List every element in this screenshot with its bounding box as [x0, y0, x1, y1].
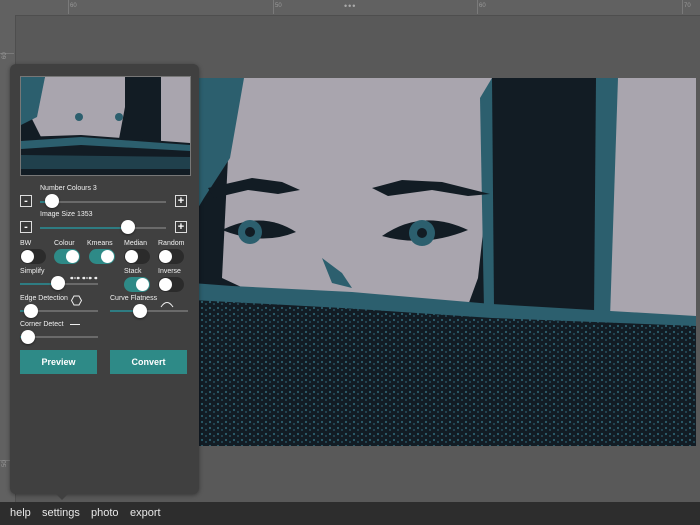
random-toggle[interactable]: [158, 249, 184, 264]
toggle-knob: [159, 250, 172, 263]
toggle-knob: [159, 278, 172, 291]
edge-detection-slider-thumb[interactable]: [24, 304, 38, 318]
inverse-toggle[interactable]: [158, 277, 184, 292]
curve-flatness-slider[interactable]: [110, 310, 188, 312]
toggle-knob: [21, 250, 34, 263]
ruler-number: 50: [275, 3, 282, 9]
simplify-label: Simplify: [20, 268, 45, 275]
colour-toggle[interactable]: [54, 249, 80, 264]
number-colours-increment-button[interactable]: +: [175, 195, 187, 207]
colour-label: Colour: [54, 240, 75, 247]
photo-menu-item[interactable]: photo: [91, 507, 119, 519]
inverse-label: Inverse: [158, 268, 181, 275]
kmeans-toggle[interactable]: [89, 249, 115, 264]
image-size-slider[interactable]: [40, 227, 166, 229]
settings-menu-item[interactable]: settings: [42, 507, 80, 519]
preview-button[interactable]: Preview: [20, 350, 97, 374]
stack-toggle[interactable]: [124, 277, 150, 292]
simplify-slider-thumb[interactable]: [51, 276, 65, 290]
ruler-tick: [477, 0, 478, 14]
line-icon: [70, 324, 80, 325]
top-ruler: 60 50 60 70 •••: [0, 0, 700, 16]
bw-label: BW: [20, 240, 32, 247]
slider-fill: [40, 227, 128, 229]
toggle-knob: [125, 250, 138, 263]
stack-label: Stack: [124, 268, 142, 275]
export-menu-item[interactable]: export: [130, 507, 161, 519]
median-label: Median: [124, 240, 147, 247]
ruler-tick: [68, 0, 69, 14]
thumbnail-preview: [20, 76, 191, 176]
random-label: Random: [158, 240, 185, 247]
median-toggle[interactable]: [124, 249, 150, 264]
more-options-icon[interactable]: •••: [344, 1, 356, 11]
corner-detect-slider-thumb[interactable]: [21, 330, 35, 344]
number-colours-slider-thumb[interactable]: [45, 194, 59, 208]
ruler-tick: [682, 0, 683, 14]
convert-button[interactable]: Convert: [110, 350, 187, 374]
ruler-number: 60: [70, 3, 77, 9]
processed-image[interactable]: [192, 78, 696, 446]
number-colours-decrement-button[interactable]: -: [20, 195, 32, 207]
kmeans-label: Kmeans: [87, 240, 113, 247]
number-colours-label: Number Colours 3: [40, 185, 97, 192]
bw-toggle[interactable]: [20, 249, 46, 264]
panel-pointer: [56, 494, 68, 500]
corner-detect-label: Corner Detect: [20, 321, 64, 328]
ruler-number: 50: [2, 460, 8, 467]
ruler-number: 60: [479, 3, 486, 9]
image-size-label: Image Size 1353: [40, 211, 93, 218]
bottom-menu-bar: help settings photo export: [0, 502, 700, 525]
toggle-knob: [136, 278, 149, 291]
image-size-slider-thumb[interactable]: [121, 220, 135, 234]
toggle-knob: [101, 250, 114, 263]
help-menu-item[interactable]: help: [10, 507, 31, 519]
hexagon-icon: [70, 293, 83, 311]
ruler-number: 70: [684, 3, 691, 9]
curve-flatness-label: Curve Flatness: [110, 295, 158, 302]
ruler-number: 60: [2, 52, 8, 59]
image-size-decrement-button[interactable]: -: [20, 221, 32, 233]
toggle-knob: [66, 250, 79, 263]
settings-panel: Number Colours 3 - + Image Size 1353 - +…: [10, 64, 199, 494]
edge-detection-label: Edge Detection: [20, 295, 68, 302]
image-size-increment-button[interactable]: +: [175, 221, 187, 233]
ruler-tick: [273, 0, 274, 14]
curve-flatness-slider-thumb[interactable]: [133, 304, 147, 318]
